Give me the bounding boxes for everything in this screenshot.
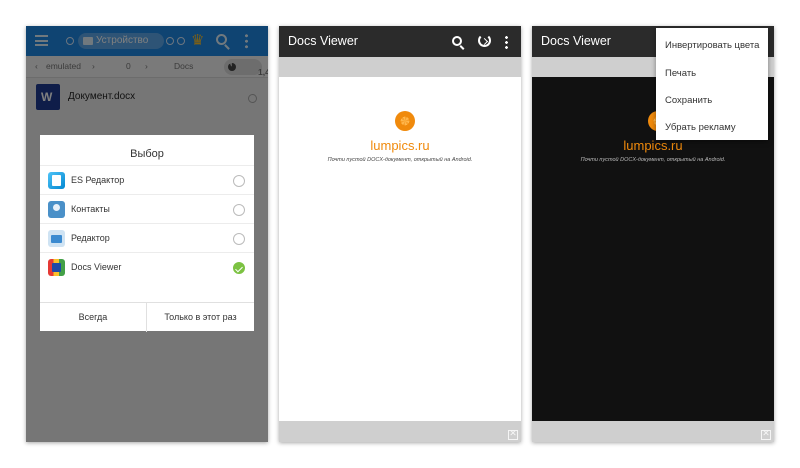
chooser-option-label: ES Редактор: [71, 175, 125, 185]
dialog-title: Выбор: [130, 148, 164, 160]
docs-viewer-icon: [48, 259, 65, 276]
chooser-option-label: Контакты: [71, 204, 110, 214]
editor-icon: [48, 230, 65, 247]
chooser-option-label: Редактор: [71, 233, 110, 243]
overflow-menu: Инвертировать цвета Печать Сохранить Убр…: [656, 28, 768, 140]
docs-viewer-inverted-screen: Docs Viewer lumpics.ru Почти пустой DOCX…: [532, 26, 774, 442]
dialog-buttons: Всегда Только в этот раз: [40, 302, 254, 332]
chooser-option-docs-viewer[interactable]: Docs Viewer: [40, 252, 254, 281]
chooser-option-editor[interactable]: Редактор: [40, 223, 254, 252]
radio-button[interactable]: [233, 233, 245, 245]
docs-viewer-screen: Docs Viewer lumpics.ru Почти пустой DOCX…: [279, 26, 521, 442]
es-editor-icon: [48, 172, 65, 189]
radio-button[interactable]: [233, 175, 245, 187]
app-title: Docs Viewer: [288, 34, 358, 48]
radio-button[interactable]: [233, 204, 245, 216]
site-name: lumpics.ru: [370, 138, 430, 153]
menu-item-save[interactable]: Сохранить: [665, 95, 712, 106]
document-text: Почти пустой DOCX-документ, открытый на …: [580, 157, 726, 163]
app-title: Docs Viewer: [541, 34, 611, 48]
rotate-icon[interactable]: [478, 34, 491, 47]
site-name: lumpics.ru: [623, 138, 683, 153]
menu-item-invert-colors[interactable]: Инвертировать цвета: [665, 40, 759, 51]
more-vert-icon[interactable]: [505, 35, 508, 49]
file-manager-screen: Устройство ♛ ‹ emulated › 0 › Docs 1,4% …: [26, 26, 268, 442]
orange-logo-icon: [395, 111, 415, 131]
just-once-button[interactable]: Только в этот раз: [147, 303, 254, 332]
search-icon[interactable]: [452, 36, 462, 46]
chooser-option-label: Docs Viewer: [71, 262, 122, 272]
fullscreen-icon[interactable]: [508, 428, 518, 440]
viewer-toolbar: Docs Viewer: [279, 26, 521, 57]
app-chooser-dialog: Выбор ES Редактор Контакты Редактор Docs…: [40, 135, 254, 332]
chooser-option-contacts[interactable]: Контакты: [40, 194, 254, 223]
radio-button-checked[interactable]: [233, 262, 245, 274]
document-text: Почти пустой DOCX-документ, открытый на …: [327, 157, 473, 163]
document-page[interactable]: lumpics.ru Почти пустой DOCX-документ, о…: [279, 77, 521, 421]
menu-item-remove-ads[interactable]: Убрать рекламу: [665, 122, 736, 133]
contacts-icon: [48, 201, 65, 218]
fullscreen-icon[interactable]: [761, 428, 771, 440]
menu-item-print[interactable]: Печать: [665, 68, 696, 79]
always-button[interactable]: Всегда: [40, 303, 147, 332]
chooser-option-es-editor[interactable]: ES Редактор: [40, 165, 254, 194]
